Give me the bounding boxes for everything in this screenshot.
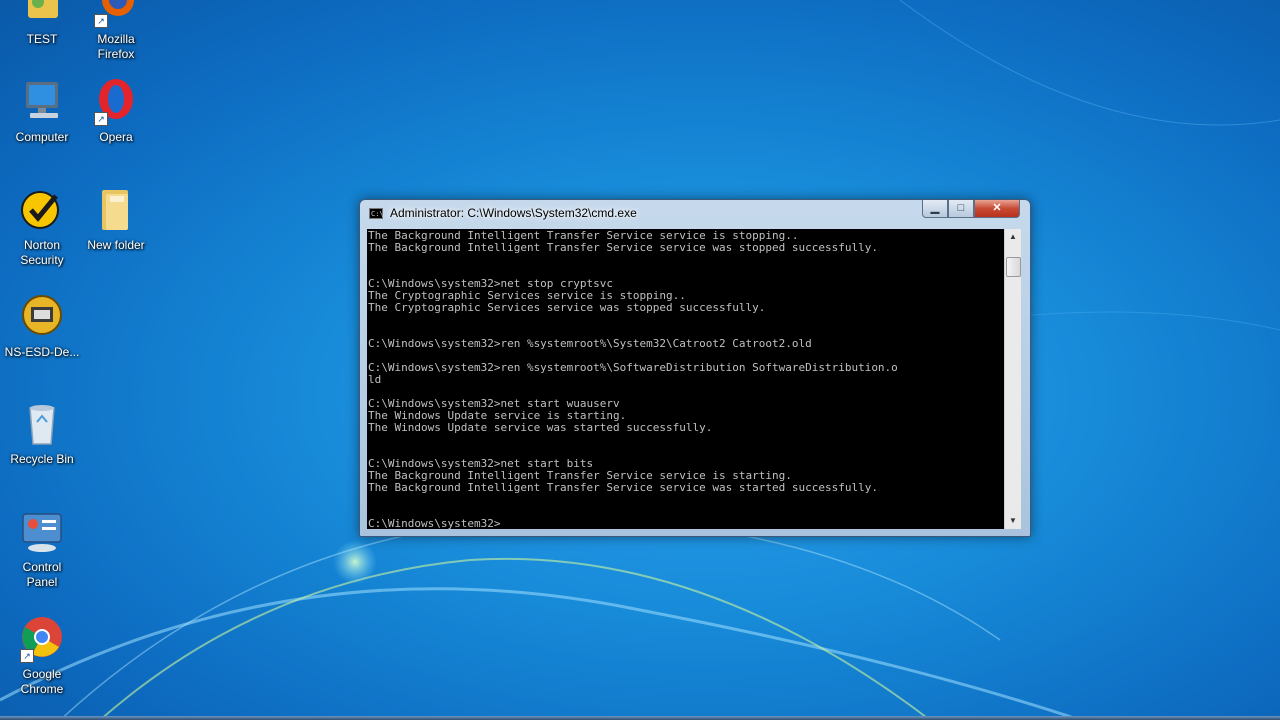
console-line: The Background Intelligent Transfer Serv… [368, 241, 878, 254]
desktop-icon-opera[interactable]: ↗ Opera [78, 78, 154, 145]
title-bar[interactable]: C:\ Administrator: C:\Windows\System32\c… [360, 200, 1030, 228]
console-line: C:\Windows\system32>ren %systemroot%\Sof… [368, 361, 898, 374]
minimize-icon: ▁ [930, 202, 940, 214]
desktop-icon-norton-security[interactable]: Norton Security [4, 186, 80, 268]
scroll-up-arrow-icon[interactable]: ▲ [1005, 229, 1021, 245]
recycle-bin-icon [18, 400, 66, 448]
cmd-window[interactable]: C:\ Administrator: C:\Windows\System32\c… [359, 199, 1031, 537]
control-panel-icon [18, 508, 66, 556]
desktop-icon-ns-esd[interactable]: NS-ESD-De... [4, 293, 80, 360]
computer-icon [18, 78, 66, 126]
desktop-icon-new-folder[interactable]: New folder [78, 186, 154, 253]
console-line: The Cryptographic Services service was s… [368, 301, 766, 314]
desktop-icon-google-chrome[interactable]: ↗ Google Chrome [4, 615, 80, 697]
desktop-icon-label: NS-ESD-De... [4, 345, 80, 359]
desktop-icon-label: TEST [26, 32, 58, 46]
console-lines: The Background Intelligent Transfer Serv… [367, 229, 1004, 530]
user-folder-icon [18, 0, 66, 28]
firefox-icon: ↗ [92, 0, 140, 28]
desktop-icon-label: Google Chrome [20, 667, 64, 696]
shortcut-arrow-icon: ↗ [94, 112, 108, 126]
opera-icon: ↗ [92, 78, 140, 126]
desktop-icon-label: New folder [87, 238, 145, 252]
desktop-icon-label: Control Panel [22, 560, 62, 589]
desktop-icon-recycle-bin[interactable]: Recycle Bin [4, 400, 80, 467]
console-line: The Windows Update service was started s… [368, 421, 713, 434]
desktop-icon-test[interactable]: TEST [4, 0, 80, 47]
window-title: Administrator: C:\Windows\System32\cmd.e… [390, 206, 637, 220]
console-line: ld [368, 373, 382, 386]
close-button[interactable]: ✕ [974, 200, 1020, 218]
console-line: The Background Intelligent Transfer Serv… [368, 481, 878, 494]
desktop-icon-control-panel[interactable]: Control Panel [4, 508, 80, 590]
maximize-button[interactable]: □ [948, 200, 974, 218]
shortcut-arrow-icon: ↗ [94, 14, 108, 28]
console-line: C:\Windows\system32>_ [368, 517, 508, 530]
desktop-icon-label: Opera [99, 130, 133, 144]
desktop-icon-mozilla-firefox[interactable]: ↗ Mozilla Firefox [78, 0, 154, 62]
norton-icon [18, 186, 66, 234]
desktop-icon-computer[interactable]: Computer [4, 78, 80, 145]
desktop-icon-label: Recycle Bin [10, 452, 74, 466]
close-icon: ✕ [992, 202, 1002, 214]
vertical-scrollbar[interactable]: ▲ ▼ [1004, 229, 1021, 529]
folder-icon [92, 186, 140, 234]
minimize-button[interactable]: ▁ [922, 200, 948, 218]
desktop-icon-label: Mozilla Firefox [97, 32, 135, 61]
console-output[interactable]: The Background Intelligent Transfer Serv… [367, 229, 1004, 529]
scroll-thumb[interactable] [1006, 257, 1021, 277]
maximize-icon: □ [957, 202, 965, 214]
shortcut-arrow-icon: ↗ [20, 649, 34, 663]
desktop-icon-label: Computer [15, 130, 69, 144]
taskbar-edge [0, 716, 1280, 720]
chrome-icon: ↗ [18, 615, 66, 663]
cmd-icon: C:\ [369, 208, 384, 219]
scroll-down-arrow-icon[interactable]: ▼ [1005, 513, 1021, 529]
console-line: C:\Windows\system32>ren %systemroot%\Sys… [368, 337, 812, 350]
installer-icon [18, 293, 66, 341]
desktop-icon-label: Norton Security [20, 238, 64, 267]
